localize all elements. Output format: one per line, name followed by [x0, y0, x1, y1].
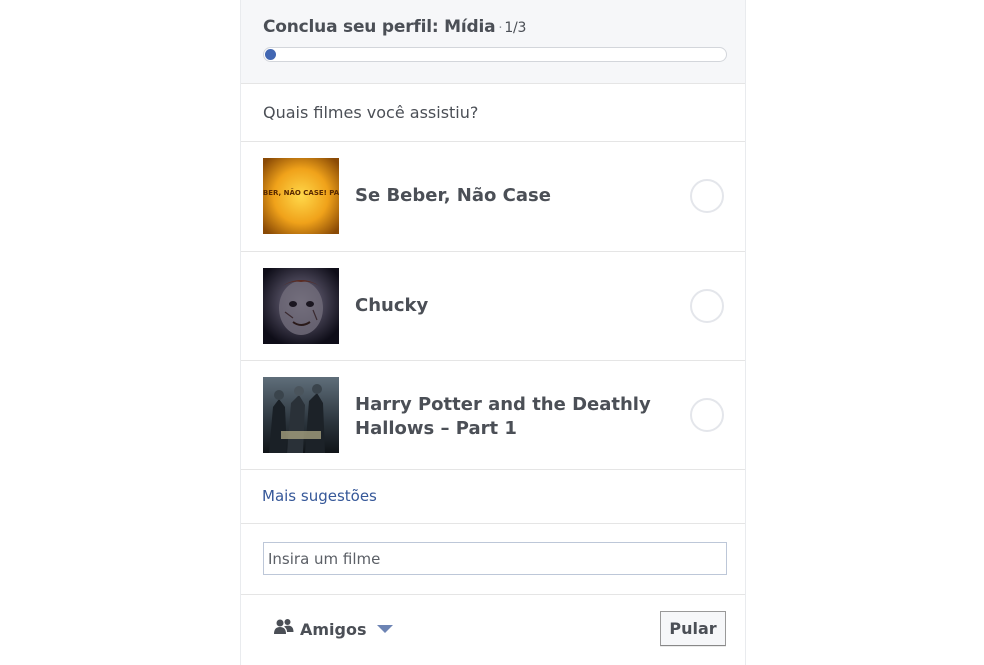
header-title: Conclua seu perfil: Mídia [263, 17, 496, 37]
header-separator: · [498, 21, 503, 36]
movie-poster-thumbnail [263, 268, 339, 344]
audience-selector[interactable]: Amigos [274, 617, 393, 641]
movie-title: Chucky [355, 295, 429, 316]
movie-select-radio[interactable] [690, 179, 724, 213]
profile-completion-card: Conclua seu perfil: Mídia · 1/3 Quais film… [240, 0, 746, 665]
movie-title: Se Beber, Não Case [355, 185, 551, 206]
movie-select-radio[interactable] [690, 289, 724, 323]
divider [241, 594, 745, 595]
movie-item[interactable]: SE BEBER, NÃO CASE! PARTE II Se Beber, N… [241, 142, 745, 251]
movie-item[interactable]: Chucky [241, 252, 745, 361]
divider [241, 523, 745, 524]
friends-icon [274, 618, 294, 640]
card-header: Conclua seu perfil: Mídia · 1/3 [241, 0, 745, 84]
poster-text: SE BEBER, NÃO CASE! PARTE II [263, 188, 339, 197]
chevron-down-icon [376, 625, 393, 633]
audience-label: Amigos [300, 619, 367, 639]
movie-title: Harry Potter and the Deathly Hallows – P… [355, 394, 651, 439]
movie-item[interactable]: Harry Potter and the Deathly Hallows – P… [241, 361, 745, 470]
more-suggestions-link[interactable]: Mais sugestões [262, 487, 377, 505]
movie-select-radio[interactable] [690, 398, 724, 432]
question-text: Quais filmes você assistiu? [263, 103, 479, 122]
movie-search-input[interactable] [263, 542, 727, 575]
progress-bar [263, 47, 727, 62]
movie-poster-thumbnail [263, 377, 339, 453]
progress-indicator [265, 49, 276, 60]
movie-poster-thumbnail: SE BEBER, NÃO CASE! PARTE II [263, 158, 339, 234]
skip-button[interactable]: Pular [660, 611, 726, 646]
header-title-row: Conclua seu perfil: Mídia · 1/3 [263, 17, 526, 37]
header-step: 1/3 [504, 20, 527, 36]
divider [241, 469, 745, 470]
